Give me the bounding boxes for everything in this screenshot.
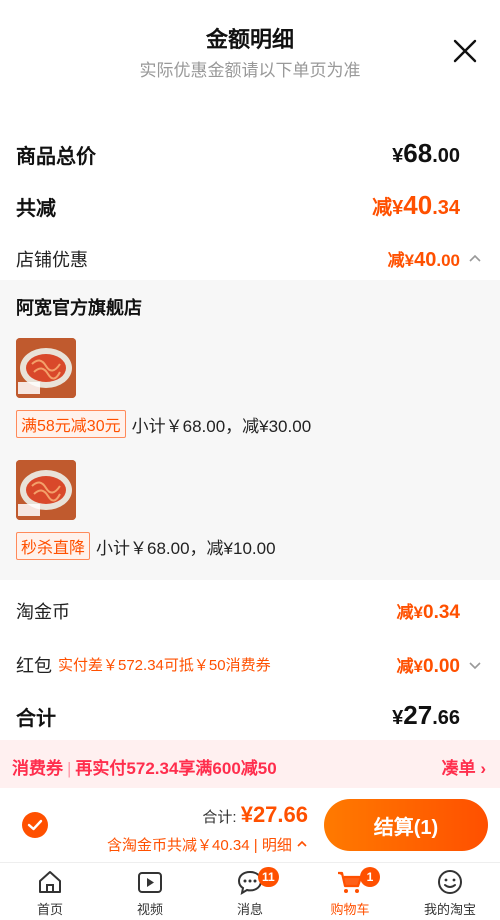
promo-tag: 秒杀直降 bbox=[16, 532, 91, 560]
chevron-down-icon[interactable] bbox=[468, 658, 482, 677]
profile-icon bbox=[438, 870, 462, 894]
message-badge: 11 bbox=[258, 867, 279, 887]
tab-cart[interactable]: 购物车 1 bbox=[300, 867, 400, 918]
shop-name: 阿宽官方旗舰店 bbox=[16, 298, 142, 318]
bottom-tab-bar: 首页 视频 消息 11 购物车 1 我的淘宝 bbox=[0, 862, 500, 920]
checkout-bar: 合计: ¥27.66 含淘金币共减￥40.34 | 明细 结算(1) bbox=[0, 788, 500, 862]
tab-video[interactable]: 视频 bbox=[100, 867, 200, 918]
promo-tag: 满58元减30元 bbox=[16, 410, 126, 438]
total-reduce-row: 共减 减¥40.34 bbox=[0, 190, 500, 224]
tab-label: 视频 bbox=[136, 902, 163, 917]
checkout-total: 合计: ¥27.66 bbox=[202, 802, 308, 827]
page-subtitle: 实际优惠金额请以下单页为准 bbox=[139, 61, 361, 80]
taojinbi-label: 淘金币 bbox=[16, 602, 70, 622]
tab-label: 首页 bbox=[36, 902, 63, 917]
goods-total-row: 商品总价 ¥68.00 bbox=[0, 138, 500, 172]
home-icon bbox=[39, 871, 61, 893]
tab-label: 购物车 bbox=[330, 902, 370, 917]
goods-total-value: ¥68.00 bbox=[392, 138, 460, 168]
total-value: ¥27.66 bbox=[392, 700, 460, 730]
checkout-button[interactable]: 结算(1) bbox=[324, 799, 488, 851]
checkout-discount-summary[interactable]: 含淘金币共减￥40.34 | 明细 bbox=[107, 834, 308, 855]
tab-profile[interactable]: 我的淘宝 bbox=[400, 867, 500, 918]
total-row: 合计 ¥27.66 bbox=[0, 700, 500, 734]
shop-detail-panel: 阿宽官方旗舰店 满58元减30元 小计￥68.00，减¥30.00 秒杀直降 小… bbox=[0, 280, 500, 580]
product-thumbnail[interactable] bbox=[16, 338, 76, 398]
tab-message[interactable]: 消息 11 bbox=[200, 867, 300, 918]
promo-detail: 小计￥68.00，减¥10.00 bbox=[96, 538, 276, 558]
coudan-link[interactable]: 凑单 › bbox=[442, 754, 486, 779]
hongbao-row[interactable]: 红包 实付差￥572.34可抵￥50消费券 减¥0.00 bbox=[0, 650, 500, 680]
chevron-up-icon[interactable] bbox=[468, 252, 482, 271]
shop-discount-row[interactable]: 店铺优惠 减¥40.00 bbox=[0, 244, 500, 274]
taojinbi-value: 减¥0.34 bbox=[396, 602, 460, 623]
hongbao-value: 减¥0.00 bbox=[396, 656, 460, 677]
page-title: 金额明细 bbox=[205, 27, 294, 52]
tab-label: 消息 bbox=[236, 902, 263, 917]
product-thumbnail[interactable] bbox=[16, 460, 76, 520]
tab-label: 我的淘宝 bbox=[423, 902, 476, 917]
hongbao-note: 实付差￥572.34可抵￥50消费券 bbox=[58, 657, 271, 674]
promo-detail: 小计￥68.00，减¥30.00 bbox=[131, 416, 312, 436]
coupon-bar[interactable]: 消费券 | 再实付572.34享满600减50 凑单 › bbox=[0, 740, 500, 788]
hongbao-label: 红包 bbox=[16, 656, 52, 676]
video-icon bbox=[138, 872, 162, 893]
coupon-text: 消费券 | 再实付572.34享满600减50 bbox=[12, 759, 277, 778]
page-header: 金额明细 实际优惠金额请以下单页为准 bbox=[0, 0, 500, 100]
select-all-checkbox[interactable] bbox=[22, 812, 48, 838]
promo-line: 满58元减30元 小计￥68.00，减¥30.00 bbox=[16, 410, 311, 438]
goods-total-label: 商品总价 bbox=[16, 146, 96, 168]
shop-discount-value: 减¥40.00 bbox=[387, 249, 460, 271]
cart-badge: 1 bbox=[360, 867, 380, 887]
close-icon[interactable] bbox=[450, 36, 480, 66]
total-reduce-value: 减¥40.34 bbox=[372, 190, 460, 220]
total-label: 合计 bbox=[16, 708, 56, 730]
total-reduce-label: 共减 bbox=[16, 198, 56, 220]
tab-home[interactable]: 首页 bbox=[0, 867, 100, 918]
taojinbi-row: 淘金币 减¥0.34 bbox=[0, 596, 500, 626]
chevron-up-icon bbox=[297, 840, 307, 847]
shop-discount-label: 店铺优惠 bbox=[16, 250, 88, 270]
promo-line: 秒杀直降 小计￥68.00，减¥10.00 bbox=[16, 532, 276, 560]
detail-link[interactable]: 明细 bbox=[262, 837, 292, 854]
